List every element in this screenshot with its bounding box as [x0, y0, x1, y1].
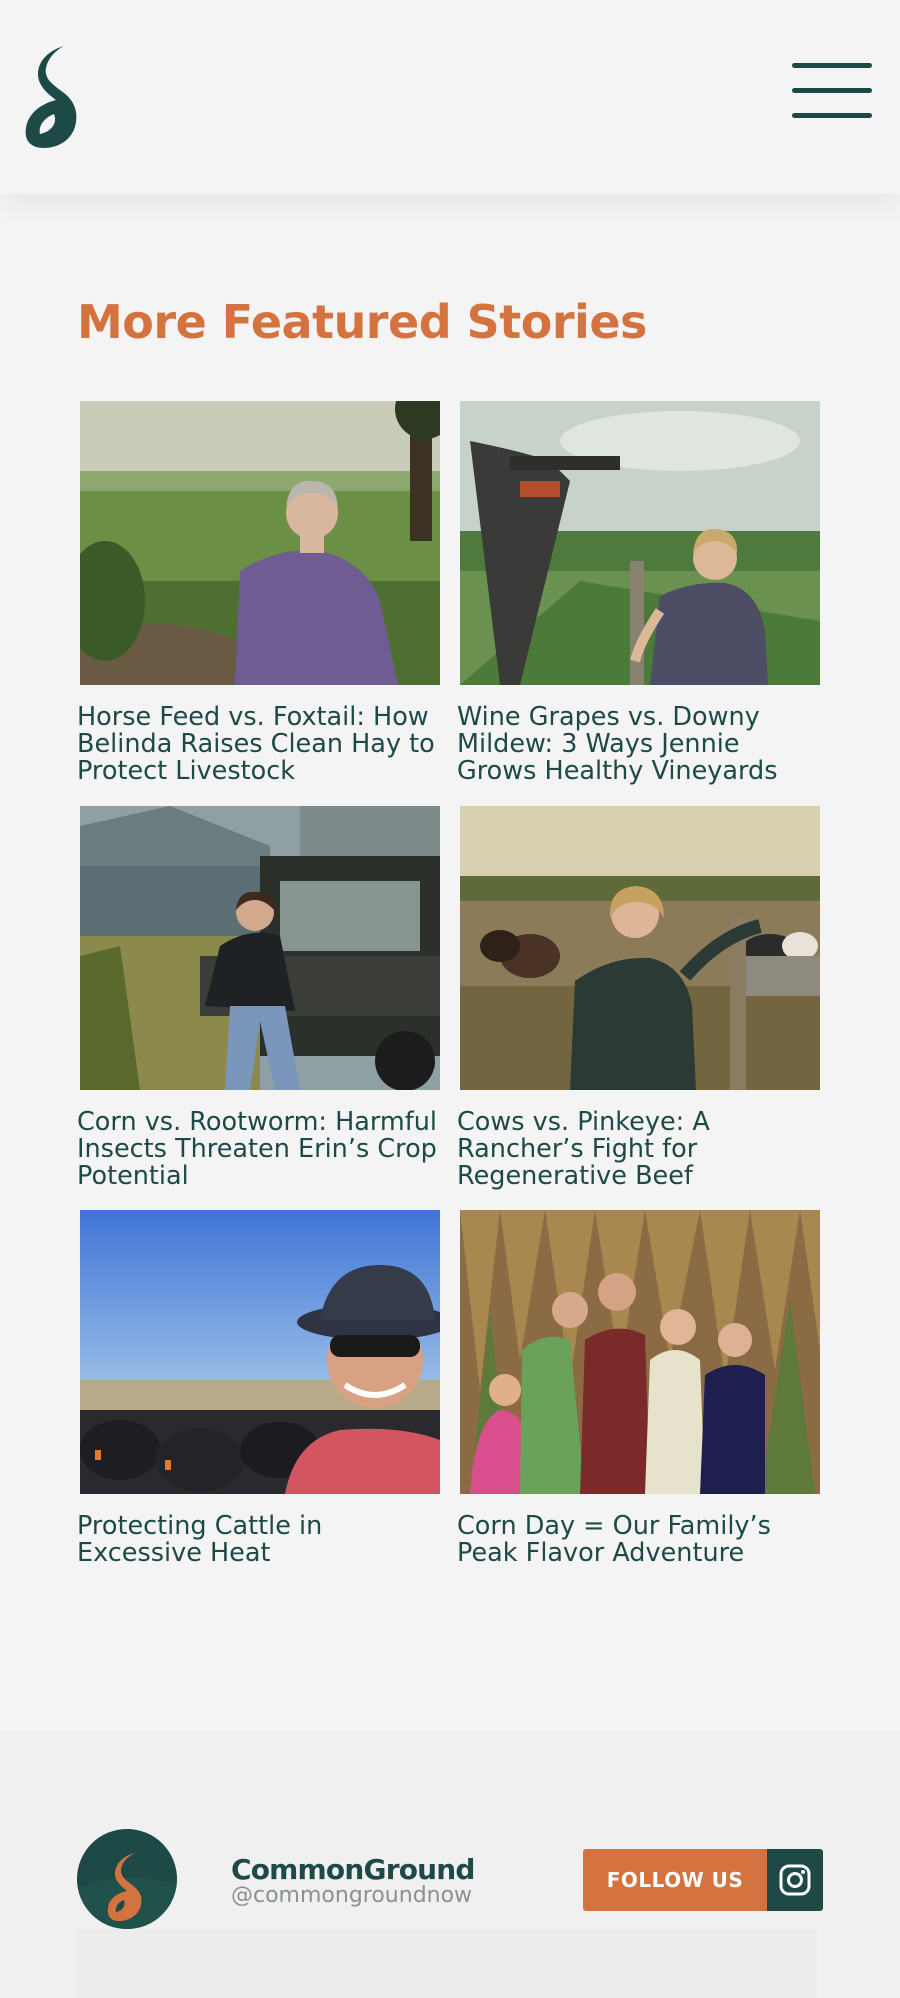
avatar[interactable]	[77, 1829, 177, 1929]
story-title[interactable]: Corn vs. Rootworm: Harmful Insects Threa…	[77, 1109, 441, 1190]
story-photo[interactable]	[460, 1210, 820, 1494]
footer-band	[77, 1929, 817, 1998]
story-photo[interactable]	[460, 401, 820, 685]
menu-line	[792, 88, 872, 93]
site-header	[0, 0, 900, 194]
section-title: More Featured Stories	[77, 295, 647, 349]
menu-line	[792, 113, 872, 118]
hamburger-menu-icon[interactable]	[790, 60, 874, 120]
story-title[interactable]: Cows vs. Pinkeye: A Rancher’s Fight for …	[457, 1109, 821, 1190]
story-title[interactable]: Corn Day = Our Family’s Peak Flavor Adve…	[457, 1513, 821, 1567]
story-photo[interactable]	[460, 806, 820, 1090]
brand-handle[interactable]: @commongroundnow	[231, 1883, 472, 1908]
story-title[interactable]: Wine Grapes vs. Downy Mildew: 3 Ways Jen…	[457, 704, 821, 785]
menu-line	[792, 63, 872, 68]
story-photo[interactable]	[80, 401, 440, 685]
story-photo[interactable]	[80, 806, 440, 1090]
follow-us-button[interactable]: FOLLOW US	[583, 1849, 767, 1911]
instagram-icon[interactable]	[767, 1849, 823, 1911]
story-photo[interactable]	[80, 1210, 440, 1494]
brand-name: CommonGround	[231, 1853, 475, 1886]
site-footer: CommonGround @commongroundnow FOLLOW US	[0, 1731, 900, 1998]
commonground-logo-icon[interactable]	[22, 44, 84, 150]
story-title[interactable]: Protecting Cattle in Excessive Heat	[77, 1513, 441, 1567]
story-title[interactable]: Horse Feed vs. Foxtail: How Belinda Rais…	[77, 704, 441, 785]
